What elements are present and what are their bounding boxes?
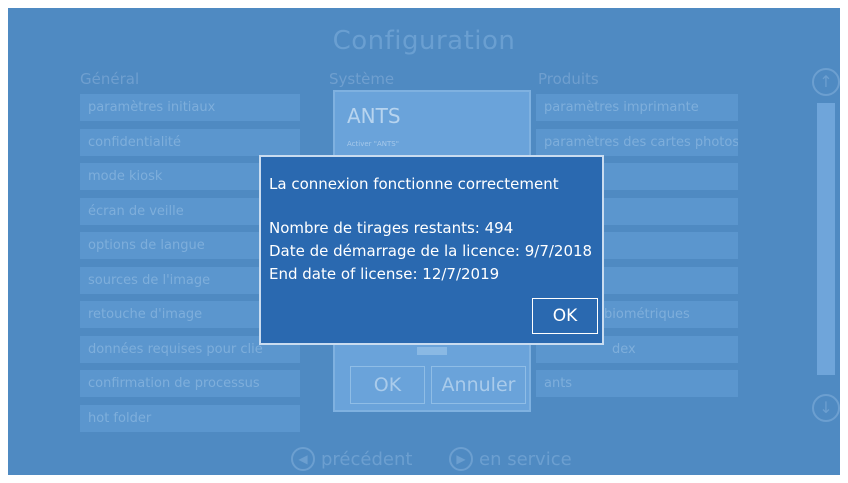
- general-item-hot-folder[interactable]: hot folder: [80, 405, 300, 432]
- general-item-initial-settings[interactable]: paramètres initiaux: [80, 94, 300, 121]
- products-heading: Produits: [538, 70, 599, 88]
- dialog-message: La connexion fonctionne correctement: [269, 175, 559, 193]
- in-service-link[interactable]: en service: [479, 449, 572, 470]
- dialog-license-start: Date de démarrage de la licence: 9/7/201…: [269, 242, 593, 260]
- ants-activate-label[interactable]: Activer "ANTS": [347, 140, 399, 148]
- ants-cancel-button[interactable]: Annuler: [431, 366, 526, 404]
- dialog-license-end: End date of license: 12/7/2019: [269, 265, 500, 283]
- system-heading: Système: [329, 70, 395, 88]
- products-item-ants[interactable]: ants: [536, 370, 738, 397]
- scrollbar-track[interactable]: [817, 103, 835, 375]
- general-item-privacy[interactable]: confidentialité: [80, 129, 300, 156]
- products-item-photo-cards[interactable]: paramètres des cartes photos: [536, 129, 738, 156]
- dialog-ok-button[interactable]: OK: [532, 298, 598, 334]
- previous-arrow-icon[interactable]: ◀: [291, 447, 315, 471]
- general-heading: Général: [80, 70, 140, 88]
- connection-dialog: La connexion fonctionne correctement Nom…: [259, 155, 604, 345]
- scroll-down-icon[interactable]: ↓: [812, 394, 840, 422]
- ants-panel-control[interactable]: [417, 347, 447, 355]
- configuration-screen: Configuration Général paramètres initiau…: [8, 8, 840, 475]
- previous-link[interactable]: précédent: [321, 449, 412, 470]
- ants-panel-title: ANTS: [347, 104, 401, 128]
- scroll-up-icon[interactable]: ↑: [812, 68, 840, 96]
- play-icon[interactable]: ▶: [449, 447, 473, 471]
- general-item-process-confirmation[interactable]: confirmation de processus: [80, 370, 300, 397]
- products-item-printer-settings[interactable]: paramètres imprimante: [536, 94, 738, 121]
- dialog-remaining-prints: Nombre de tirages restants: 494: [269, 219, 514, 237]
- ants-ok-button[interactable]: OK: [350, 366, 425, 404]
- page-title: Configuration: [332, 26, 516, 56]
